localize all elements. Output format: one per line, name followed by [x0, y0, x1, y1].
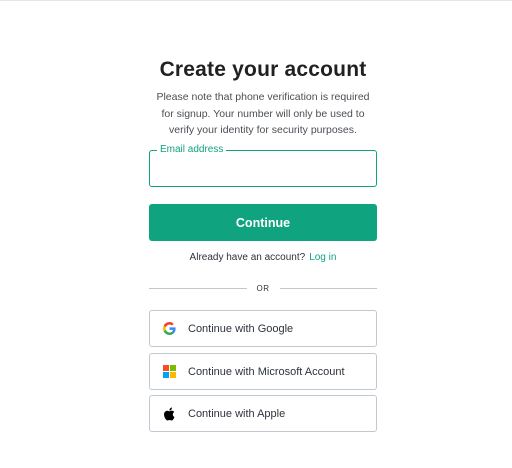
google-button[interactable]: Continue with Google: [149, 310, 377, 347]
login-link[interactable]: Log in: [309, 252, 336, 263]
divider-line-right: [279, 287, 377, 289]
google-icon: [162, 322, 176, 336]
apple-icon: [162, 407, 176, 421]
divider-line-left: [149, 287, 247, 289]
microsoft-button[interactable]: Continue with Microsoft Account: [149, 353, 377, 390]
or-divider: OR: [149, 282, 377, 294]
google-button-label: Continue with Google: [188, 322, 294, 335]
verification-note: Please note that phone verification is r…: [156, 91, 370, 136]
page-title: Create your account: [159, 58, 367, 81]
signup-form: Create your account Please note that pho…: [149, 56, 377, 432]
apple-button[interactable]: Continue with Apple: [149, 395, 377, 432]
email-field-label: Email address: [157, 143, 227, 157]
login-prompt: Already have an account? Log in: [149, 252, 377, 263]
continue-button[interactable]: Continue: [149, 204, 377, 241]
microsoft-button-label: Continue with Microsoft Account: [188, 365, 345, 378]
microsoft-icon: [162, 365, 176, 379]
top-border: [0, 0, 512, 1]
login-prompt-text: Already have an account?: [189, 252, 306, 263]
apple-button-label: Continue with Apple: [188, 407, 286, 420]
email-field[interactable]: Email address: [149, 143, 377, 187]
divider-text: OR: [256, 283, 270, 293]
